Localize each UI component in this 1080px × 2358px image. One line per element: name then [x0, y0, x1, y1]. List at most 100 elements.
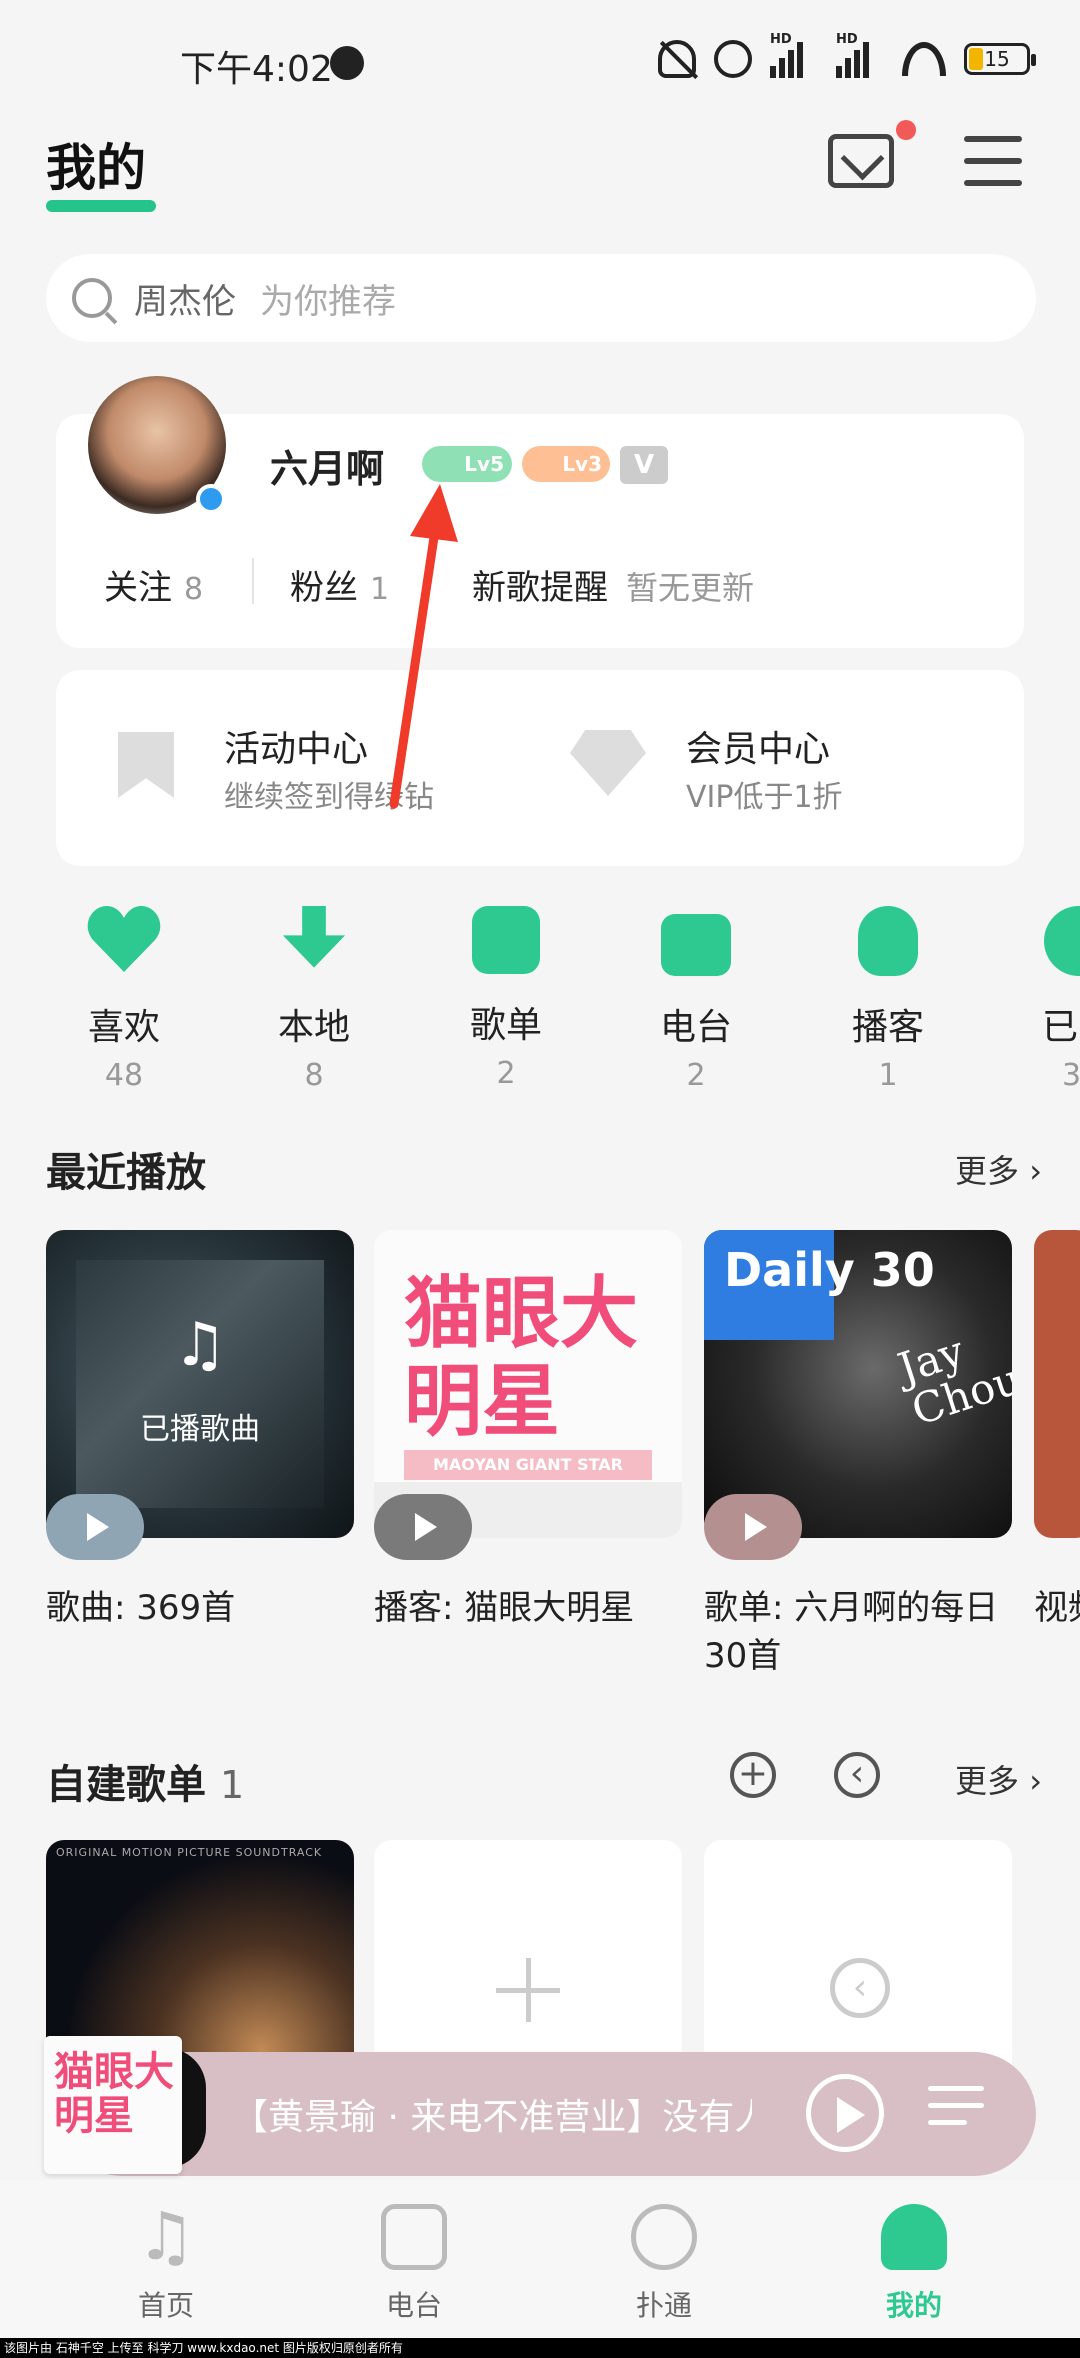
watermark: 该图片由 石神千空 上传至 科学刀 www.kxdao.net 图片版权归原创者… [0, 2338, 1080, 2358]
tile-caption[interactable]: 歌单: 六月啊的每日30首 [704, 1584, 1020, 1680]
search-keyword: 周杰伦 [134, 281, 236, 322]
quick-count: 48 [104, 1058, 144, 1093]
status-time: 下午4:02 [180, 49, 333, 90]
play-button[interactable] [374, 1494, 472, 1560]
following-label: 关注 [104, 568, 172, 608]
activity-card [56, 670, 1024, 866]
divider [252, 558, 254, 604]
quick-link-purchased[interactable]: 已 3 [1010, 906, 1080, 1093]
nav-putong[interactable]: 扑通 [604, 2204, 724, 2324]
quick-link-playlists[interactable]: 歌单 2 [436, 906, 576, 1091]
avatar-badge-icon [196, 484, 226, 514]
tile-cover-title: 猫眼大明星 [404, 1269, 639, 1447]
quick-link-radio[interactable]: 电台 2 [626, 906, 766, 1093]
new-song-note: 暂无更新 [626, 569, 755, 607]
chevron-right-icon: › [1029, 1152, 1042, 1190]
person-icon [881, 2204, 947, 2270]
quick-label: 电台 [659, 1007, 732, 1048]
vip-badge[interactable]: V [620, 446, 668, 484]
purchased-icon [1044, 906, 1080, 976]
add-playlist-icon[interactable]: + [730, 1752, 776, 1798]
search-bar[interactable]: 周杰伦 为你推荐 [46, 254, 1036, 342]
quick-link-podcast[interactable]: 播客 1 [818, 906, 958, 1093]
nav-label: 扑通 [635, 2289, 692, 2322]
quick-label: 已 [1042, 1007, 1079, 1048]
playlists-count: 1 [220, 1763, 245, 1807]
recent-tile-daily[interactable]: Daily 30 Jay Chou [704, 1230, 1012, 1538]
followers-stat[interactable]: 粉丝 1 [290, 560, 389, 609]
heart-icon [87, 906, 161, 976]
download-icon [282, 906, 346, 968]
new-song-alert[interactable]: 新歌提醒 暂无更新 [472, 560, 754, 609]
status-icons: HD HD 15 [658, 32, 1036, 78]
vip-center-sub[interactable]: VIP低于1折 [686, 772, 843, 816]
tile-artwork [76, 1260, 324, 1508]
quick-count: 8 [304, 1058, 324, 1093]
quick-label: 播客 [851, 1007, 924, 1048]
nav-home[interactable]: 首页 [106, 2204, 226, 2324]
green-level-badge[interactable]: Lv5 [422, 446, 512, 482]
tv-icon [381, 2204, 447, 2270]
status-bar: 下午4:02 HD HD 15 [0, 0, 1080, 130]
playlist-icon [472, 906, 540, 974]
alarm-icon [714, 40, 752, 78]
recent-tile-podcast[interactable]: 猫眼大明星 MAOYAN GIANT STAR [374, 1230, 682, 1538]
recent-tile-songs[interactable]: ♫ 已播歌曲 [46, 1230, 354, 1538]
annotation-arrow [389, 484, 458, 809]
wifi-icon [902, 42, 946, 76]
notification-dot [896, 120, 916, 140]
play-icon[interactable] [806, 2074, 884, 2152]
music-icon [133, 2204, 199, 2270]
nav-me[interactable]: 我的 [854, 2204, 974, 2324]
daily-label: Daily 30 [724, 1243, 935, 1297]
following-stat[interactable]: 关注 8 [104, 560, 203, 609]
recent-more-link[interactable]: 更多 › [955, 1146, 1042, 1192]
music-note-icon: ♫ [173, 1310, 227, 1380]
user-name[interactable]: 六月啊 [270, 438, 384, 493]
import-playlist-icon[interactable]: ‹ [834, 1752, 880, 1798]
player-cover[interactable]: 猫眼大明星 [44, 2036, 182, 2174]
battery-level: 15 [984, 47, 1010, 71]
playlists-more-link[interactable]: 更多 › [955, 1756, 1042, 1802]
playlist-cover-text: ORIGINAL MOTION PICTURE SOUNDTRACK [56, 1846, 323, 1859]
nav-radio[interactable]: 电台 [354, 2204, 474, 2324]
globe-icon [330, 46, 364, 80]
tile-caption[interactable]: 播客: 猫眼大明星 [374, 1584, 694, 1632]
vip-center-title[interactable]: 会员中心 [686, 720, 830, 772]
recent-tile-video[interactable] [1034, 1230, 1080, 1538]
music-level-badge[interactable]: Lv3 [522, 446, 610, 482]
play-button[interactable] [46, 1494, 144, 1560]
quick-count: 2 [496, 1056, 516, 1091]
menu-icon[interactable] [964, 136, 1022, 186]
followers-label: 粉丝 [290, 568, 358, 608]
nav-label: 电台 [385, 2289, 442, 2322]
now-playing-text[interactable]: 【黄景瑜 · 来电不准营业】没有人 [232, 2088, 752, 2140]
bubble-face-icon [631, 2204, 697, 2270]
playlist-queue-icon[interactable] [928, 2086, 984, 2136]
activity-center-title[interactable]: 活动中心 [224, 720, 368, 772]
nav-label: 我的 [885, 2289, 942, 2322]
mute-bell-icon [658, 40, 696, 78]
nav-label: 首页 [137, 2289, 194, 2322]
signal-1-icon: HD [770, 32, 818, 78]
quick-count: 3 [1062, 1058, 1080, 1093]
quick-label: 歌单 [469, 1005, 542, 1046]
more-label: 更多 [955, 1152, 1020, 1190]
import-icon: ‹ [830, 1958, 890, 2018]
new-song-label: 新歌提醒 [472, 568, 608, 608]
quick-link-local[interactable]: 本地 8 [244, 906, 384, 1093]
quick-link-likes[interactable]: 喜欢 48 [54, 906, 194, 1093]
tile-caption[interactable]: 歌曲: 369首 [46, 1584, 366, 1632]
playlists-title: 自建歌单 1 [46, 1752, 244, 1810]
tile-caption[interactable]: 视频 [1034, 1584, 1080, 1632]
page-title: 我的 [46, 139, 146, 197]
search-icon [72, 278, 112, 318]
mail-icon[interactable] [828, 134, 894, 188]
quick-label: 喜欢 [87, 1007, 160, 1048]
signal-2-icon: HD [836, 32, 884, 78]
play-button[interactable] [704, 1494, 802, 1560]
more-label: 更多 [955, 1762, 1020, 1800]
playlists-title-label: 自建歌单 [46, 1762, 206, 1808]
quick-count: 1 [878, 1058, 898, 1093]
radio-icon [661, 914, 731, 976]
